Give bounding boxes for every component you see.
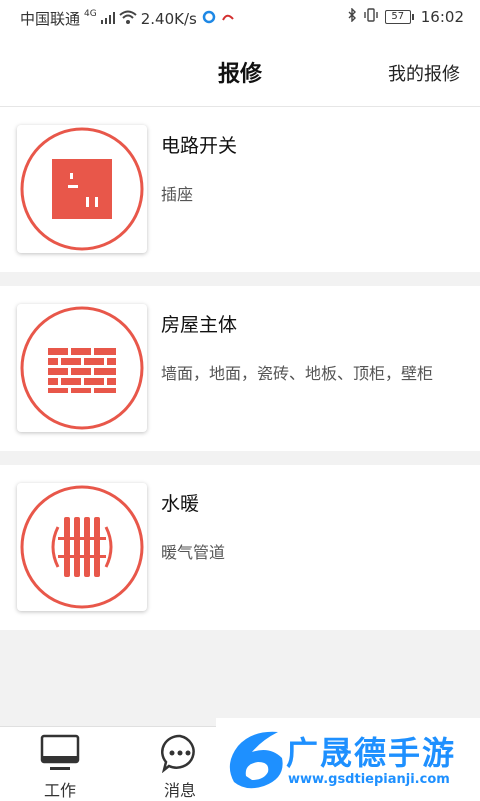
category-thumbnail <box>17 125 147 253</box>
status-left: 中国联通 4G 2.40K/s <box>20 8 235 29</box>
wifi-icon <box>119 10 137 28</box>
category-title: 水暖 <box>161 493 200 515</box>
signal-icon <box>100 10 115 28</box>
radiator-icon <box>20 485 144 609</box>
brick-wall-icon <box>20 306 144 430</box>
clock: 16:02 <box>420 8 464 26</box>
nav-bar: 报修 我的报修 <box>0 34 480 107</box>
watermark: 广晟德手游 www.gsdtiepianji.com <box>216 718 480 800</box>
category-desc: 墙面，地面，瓷砖、地板、顶柜，壁柜 <box>161 364 434 383</box>
tab-label: 消息 <box>163 781 196 800</box>
category-thumbnail <box>17 304 147 432</box>
watermark-logo-icon <box>229 731 283 789</box>
power-outlet-icon <box>20 127 144 251</box>
my-repairs-link[interactable]: 我的报修 <box>388 60 460 86</box>
tab-work[interactable]: 工作 <box>20 727 100 801</box>
chat-icon <box>161 734 195 773</box>
carrier-label: 中国联通 <box>20 10 81 28</box>
net-speed: 2.40K/s <box>140 9 197 28</box>
watermark-url: www.gsdtiepianji.com <box>288 772 450 787</box>
app-notify-icon <box>201 10 235 28</box>
list-item-circuit-switch[interactable]: 电路开关 插座 <box>0 107 480 272</box>
list-item-plumbing-heating[interactable]: 水暖 暖气管道 <box>0 465 480 630</box>
network-label: 4G <box>84 8 97 19</box>
status-right: 57 16:02 <box>347 7 464 26</box>
watermark-text: 广晟德手游 <box>286 734 457 772</box>
tab-messages[interactable]: 消息 <box>140 727 220 801</box>
status-bar: 中国联通 4G 2.40K/s 57 16:02 <box>0 0 480 34</box>
vibrate-icon <box>363 8 379 26</box>
category-desc: 暖气管道 <box>161 543 226 562</box>
list-item-house-structure[interactable]: 房屋主体 墙面，地面，瓷砖、地板、顶柜，壁柜 <box>0 286 480 451</box>
monitor-icon <box>40 734 80 770</box>
tab-label: 工作 <box>43 781 76 800</box>
category-title: 电路开关 <box>161 135 238 157</box>
battery-icon: 57 <box>384 10 414 24</box>
bluetooth-icon <box>347 7 357 26</box>
category-title: 房屋主体 <box>161 314 238 336</box>
category-thumbnail <box>17 483 147 611</box>
category-desc: 插座 <box>161 185 194 204</box>
